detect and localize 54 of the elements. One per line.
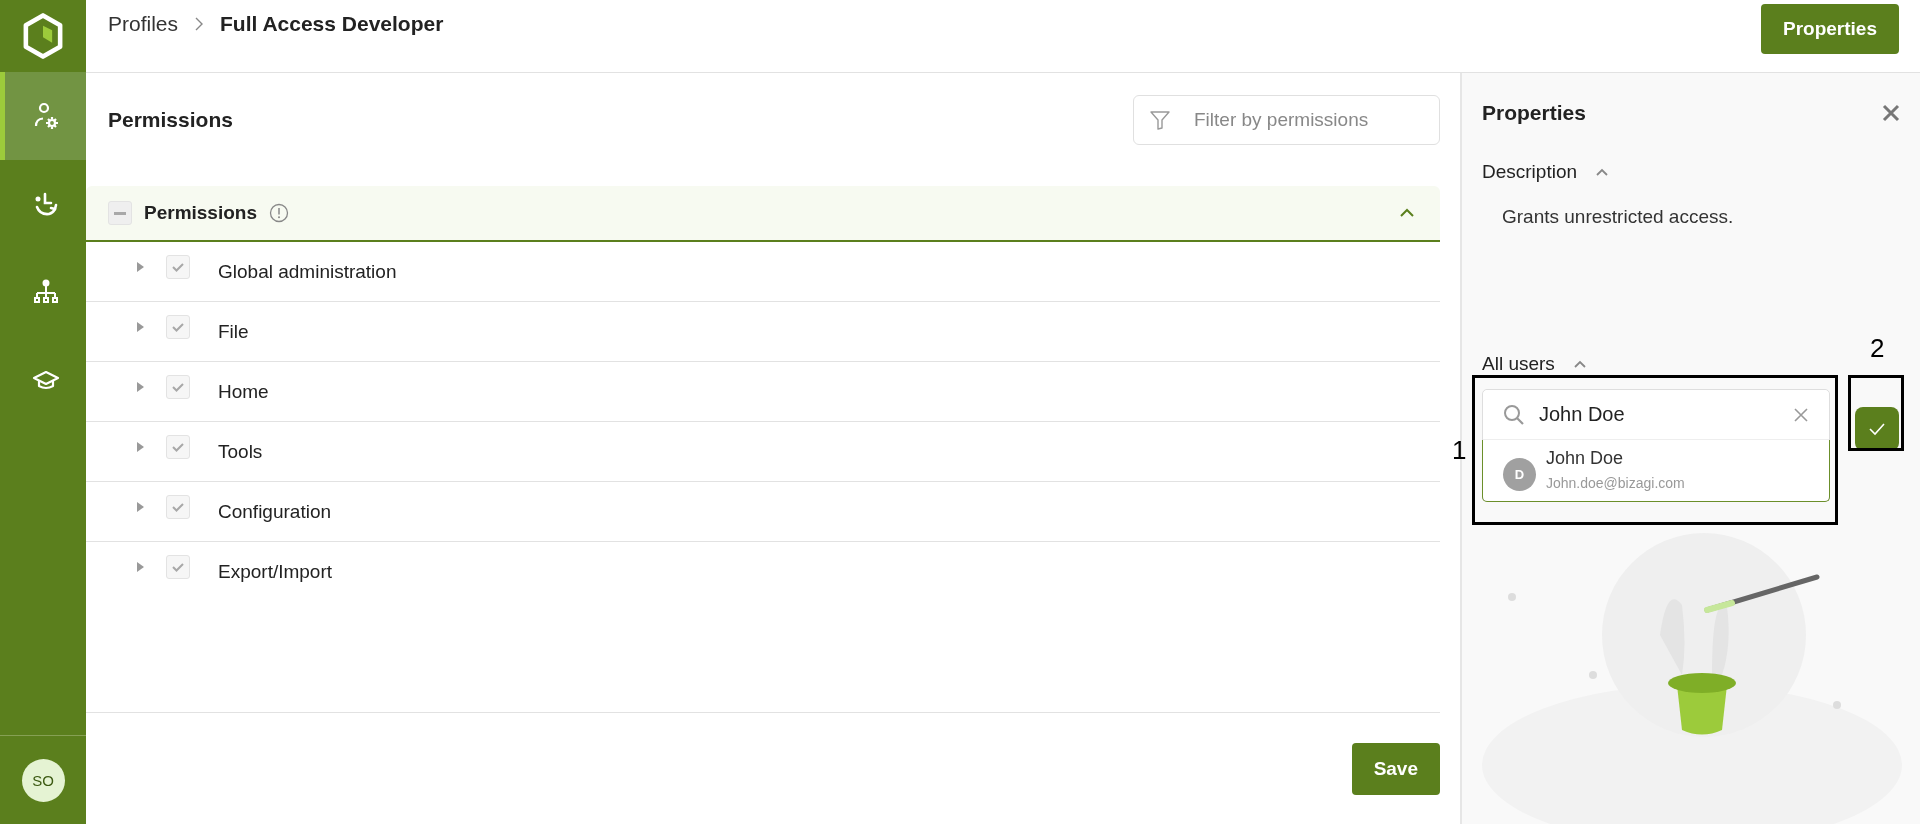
chevron-icon[interactable] — [1572, 359, 1587, 369]
checkbox[interactable] — [166, 494, 190, 519]
group-label: Permissions — [144, 202, 257, 224]
section-label: All users — [1482, 353, 1555, 375]
permission-label: Global administration — [218, 260, 397, 283]
user-result[interactable]: D John Doe John.doe@bizagi.com — [1483, 440, 1829, 501]
expand-icon[interactable] — [136, 500, 146, 513]
user-avatar: D — [1503, 458, 1536, 491]
search-icon — [1503, 404, 1525, 426]
properties-button[interactable]: Properties — [1761, 4, 1899, 54]
annotation-number: 2 — [1870, 333, 1885, 364]
checkmark-icon — [1868, 422, 1886, 436]
logo-icon — [22, 12, 64, 60]
user-name: John Doe — [1546, 448, 1625, 469]
close-icon[interactable] — [1882, 104, 1900, 122]
section-label: Description — [1482, 161, 1578, 183]
annotation-number: 1 — [1452, 435, 1467, 466]
clear-icon[interactable] — [1793, 407, 1809, 423]
filter-field[interactable]: Filter by permissions — [1133, 95, 1440, 145]
permission-label: Export/Import — [218, 560, 333, 583]
filter-icon — [1149, 109, 1171, 131]
permission-label: Configuration — [218, 500, 332, 523]
description-text: Grants unrestricted access. — [1502, 206, 1734, 227]
permission-label: Tools — [218, 440, 263, 463]
section-title: Permissions — [108, 108, 233, 132]
expand-icon[interactable] — [136, 560, 146, 573]
expand-icon[interactable] — [136, 380, 146, 393]
expand-icon[interactable] — [136, 440, 146, 453]
checkbox[interactable] — [166, 254, 190, 279]
save-button[interactable]: Save — [1351, 742, 1440, 795]
checkbox[interactable] — [108, 201, 132, 225]
hierarchy-icon — [31, 278, 60, 306]
user-search-dropdown[interactable]: John Doe D John Doe John.doe@bizagi.com — [1482, 389, 1830, 502]
checkbox[interactable] — [166, 314, 190, 339]
user-search-field[interactable]: John Doe — [1483, 390, 1829, 440]
chevron-icon[interactable] — [1399, 208, 1415, 218]
profiles-nav-item[interactable] — [0, 72, 86, 160]
breadcrumb-link[interactable]: Profiles — [108, 12, 179, 36]
page-title: Full Access Developer — [220, 12, 444, 36]
expand-icon[interactable] — [136, 320, 146, 333]
permission-label: Home — [218, 380, 269, 403]
checkbox[interactable] — [166, 374, 190, 399]
permission-label: File — [218, 320, 249, 343]
info-icon — [269, 203, 289, 223]
expand-icon[interactable] — [136, 260, 146, 273]
confirm-button[interactable] — [1855, 407, 1899, 451]
group-header[interactable]: Permissions — [86, 186, 1440, 242]
checkbox[interactable] — [166, 434, 190, 459]
panel-title: Properties — [1482, 101, 1586, 125]
user-email: John.doe@bizagi.com — [1546, 475, 1685, 491]
chevron-icon[interactable] — [1595, 167, 1610, 177]
user-avatar[interactable]: SO — [21, 758, 65, 802]
chevron-right-icon — [194, 16, 205, 32]
checkbox[interactable] — [166, 554, 190, 579]
